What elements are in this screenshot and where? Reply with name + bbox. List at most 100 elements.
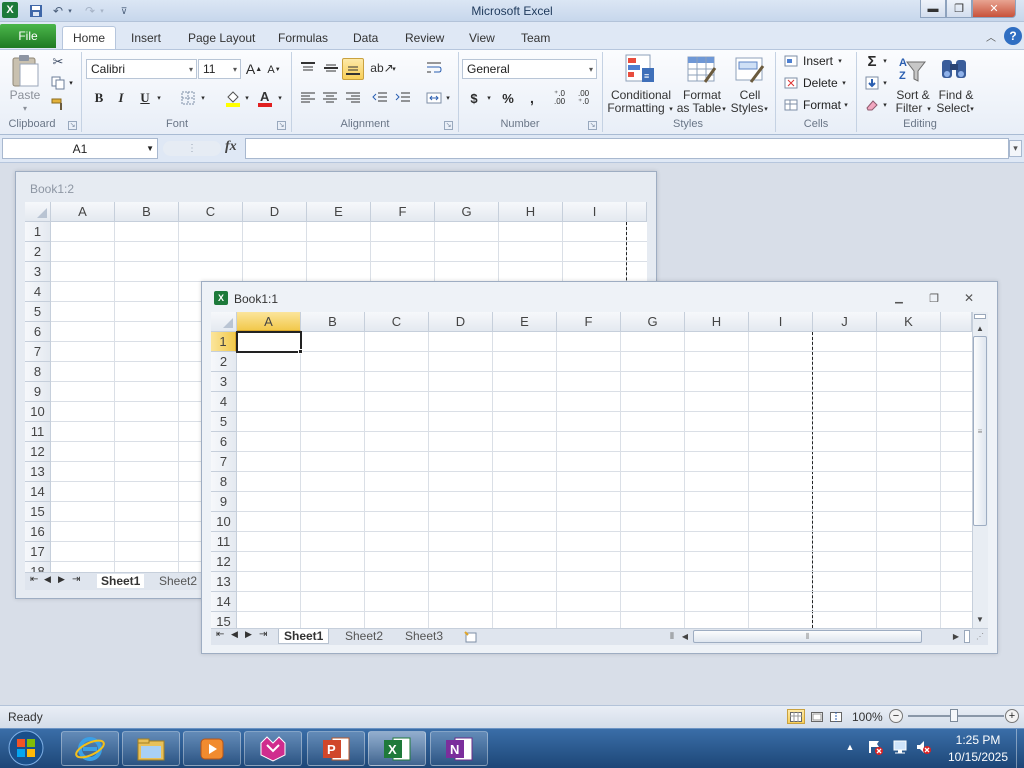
orientation-icon[interactable]: ab↗	[370, 59, 393, 77]
action-center-icon[interactable]	[866, 739, 884, 755]
tab-split-icon[interactable]: ⦀	[668, 630, 676, 643]
row-header[interactable]: 8	[211, 472, 237, 492]
row-header[interactable]: 4	[211, 392, 237, 412]
conditional-formatting-icon[interactable]: ≡	[624, 53, 656, 85]
row-header[interactable]: 2	[25, 242, 51, 262]
sheet-nav-last-icon[interactable]: ⇥	[72, 574, 80, 585]
chevron-down-icon[interactable]: ▾	[589, 65, 593, 74]
column-header[interactable]: C	[365, 312, 429, 332]
zoom-out-icon[interactable]: −	[889, 709, 903, 723]
column-header[interactable]: F	[557, 312, 621, 332]
paste-button-label[interactable]: Paste	[6, 89, 44, 102]
formula-bar-grip-icon[interactable]: ⋮	[163, 141, 221, 156]
tab-home[interactable]: Home	[62, 26, 116, 49]
tab-review[interactable]: Review	[405, 27, 444, 49]
taskbar-time[interactable]: 1:25 PM	[940, 733, 1016, 747]
font-name-combo[interactable]: Calibri ▾	[86, 59, 197, 79]
column-header[interactable]: B	[115, 202, 179, 222]
taskbar-onenote-icon[interactable]: N	[430, 731, 488, 766]
percent-style-button[interactable]: %	[500, 89, 516, 107]
column-header[interactable]: I	[563, 202, 627, 222]
start-button-icon[interactable]	[4, 730, 48, 766]
taskbar-date[interactable]: 10/15/2025	[940, 750, 1016, 764]
column-header[interactable]: H	[499, 202, 563, 222]
zoom-slider-thumb[interactable]	[950, 709, 958, 722]
orientation-dropdown-icon[interactable]: ▾	[390, 63, 398, 75]
sheet-nav-first-icon[interactable]: ⇤	[216, 629, 224, 640]
grow-font-icon[interactable]: A ▲	[246, 60, 262, 78]
taskbar-powerpoint-icon[interactable]: P	[307, 731, 365, 766]
column-header[interactable]: C	[179, 202, 243, 222]
volume-muted-icon[interactable]	[914, 739, 932, 755]
font-color-dropdown-icon[interactable]: ▾	[276, 92, 284, 104]
row-header[interactable]: 15	[25, 502, 51, 522]
taskbar-media-player-icon[interactable]	[183, 731, 241, 766]
sheet-nav-next-icon[interactable]: ▶	[58, 574, 65, 585]
chevron-down-icon[interactable]: ▼	[146, 144, 154, 153]
row-header[interactable]: 7	[211, 452, 237, 472]
scroll-left-icon[interactable]: ◀	[679, 630, 691, 643]
ribbon-minimize-icon[interactable]: ︿	[984, 29, 998, 44]
italic-button[interactable]: I	[112, 89, 130, 107]
network-icon[interactable]	[891, 739, 909, 755]
align-left-icon[interactable]	[298, 89, 318, 107]
increase-decimal-button[interactable]: ⁺.0 .00	[554, 90, 574, 106]
row-header[interactable]: 10	[211, 512, 237, 532]
row-header[interactable]: 2	[211, 352, 237, 372]
tab-team[interactable]: Team	[521, 27, 550, 49]
name-box[interactable]: A1 ▼	[2, 138, 158, 159]
row-header[interactable]: 14	[211, 592, 237, 612]
page-break-preview-icon[interactable]	[827, 709, 845, 724]
delete-cells-label[interactable]: Delete	[803, 76, 838, 90]
borders-icon[interactable]	[180, 90, 196, 106]
copy-dropdown-icon[interactable]: ▾	[67, 78, 75, 88]
sheet-nav-next-icon[interactable]: ▶	[245, 629, 252, 640]
number-dialog-launcher-icon[interactable]: ↘	[588, 121, 597, 130]
autosum-icon[interactable]: Σ	[864, 53, 880, 70]
delete-cells-icon[interactable]	[783, 75, 799, 91]
find-select-label2[interactable]: Select	[934, 102, 972, 115]
font-size-combo[interactable]: 11 ▾	[198, 59, 241, 79]
paste-icon[interactable]	[8, 53, 42, 89]
scroll-right-icon[interactable]: ▶	[950, 630, 962, 643]
column-header[interactable]: B	[301, 312, 365, 332]
scroll-down-icon[interactable]: ▼	[973, 613, 987, 625]
insert-cells-icon[interactable]	[783, 53, 799, 69]
column-header[interactable]: G	[621, 312, 685, 332]
underline-dropdown-icon[interactable]: ▾	[155, 92, 163, 104]
align-bottom-icon[interactable]	[342, 58, 364, 80]
row-header[interactable]: 14	[25, 482, 51, 502]
taskbar-file-explorer-icon[interactable]	[122, 731, 180, 766]
font-color-icon[interactable]: A	[256, 88, 274, 108]
zoom-level[interactable]: 100%	[852, 710, 883, 724]
format-as-table-label2[interactable]: as Table	[676, 102, 722, 115]
align-top-icon[interactable]	[298, 59, 318, 77]
merge-center-icon[interactable]	[424, 89, 444, 107]
row-header[interactable]: 3	[25, 262, 51, 282]
row-header[interactable]: 6	[25, 322, 51, 342]
cell-styles-label2[interactable]: Styles	[730, 102, 764, 115]
sheet-tab-sheet3[interactable]: Sheet3	[405, 629, 443, 643]
conditional-formatting-label2[interactable]: Formatting	[604, 102, 668, 115]
column-header[interactable]: H	[685, 312, 749, 332]
zoom-in-icon[interactable]: +	[1005, 709, 1019, 723]
align-right-icon[interactable]	[343, 89, 363, 107]
row-header[interactable]: 10	[25, 402, 51, 422]
resize-grip-icon[interactable]: ⋰	[974, 630, 986, 643]
chevron-down-icon[interactable]: ▾	[189, 65, 193, 74]
font-dialog-launcher-icon[interactable]: ↘	[277, 121, 286, 130]
row-header[interactable]: 8	[25, 362, 51, 382]
borders-dropdown-icon[interactable]: ▾	[199, 92, 207, 104]
column-header[interactable]: G	[435, 202, 499, 222]
expand-formula-bar-icon[interactable]: ▾	[1009, 140, 1022, 157]
tab-file[interactable]: File	[0, 24, 56, 48]
fill-color-dropdown-icon[interactable]: ▾	[243, 92, 251, 104]
autosum-dropdown-icon[interactable]: ▾	[881, 55, 889, 67]
insert-worksheet-icon[interactable]	[463, 630, 479, 643]
clear-icon[interactable]	[864, 97, 880, 113]
decrease-indent-icon[interactable]	[370, 89, 390, 107]
split-box-horizontal-icon[interactable]	[964, 630, 970, 643]
tab-view[interactable]: View	[469, 27, 495, 49]
row-header[interactable]: 13	[25, 462, 51, 482]
find-select-dropdown-icon[interactable]: ▾	[968, 103, 976, 115]
